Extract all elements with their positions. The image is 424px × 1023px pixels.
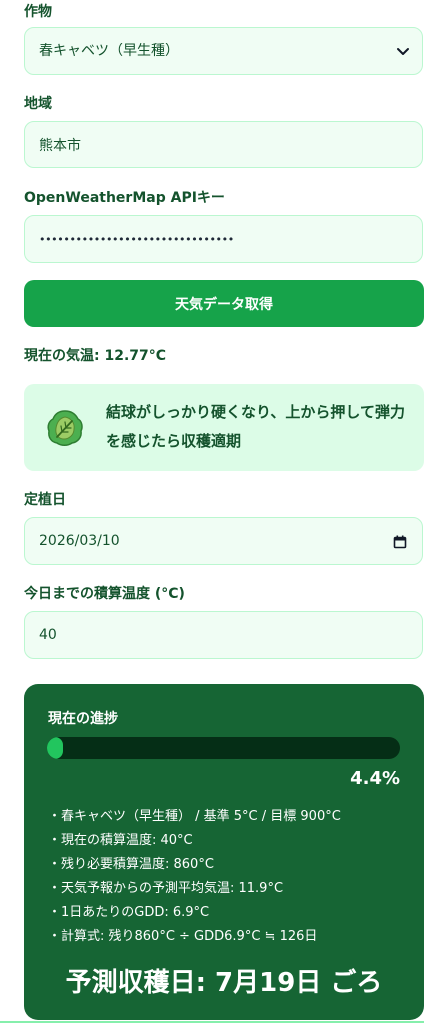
detail-forecast-avg-temp: ・天気予報からの予測平均気温: 11.9°C [48, 881, 284, 896]
harvest-tip-text: 結球がしっかり硬くなり、上から押して弾力を感じたら収穫適期 [106, 403, 405, 450]
detail-crop-settings: ・春キャベツ（早生種） / 基準 5°C / 目標 900°C [48, 809, 341, 824]
cabbage-icon [45, 408, 85, 448]
detail-daily-gdd: ・1日あたりのGDD: 6.9°C [48, 905, 210, 920]
region-input[interactable] [24, 121, 423, 168]
detail-formula: ・計算式: 残り860°C ÷ GDD6.9°C ≒ 126日 [48, 929, 318, 944]
detail-remaining-gdd: ・残り必要積算温度: 860°C [48, 857, 214, 872]
progress-title: 現在の進捗 [48, 711, 118, 727]
planting-date-input[interactable]: 2026/03/10 [24, 517, 423, 565]
harvest-tip-box: 結球がしっかり硬くなり、上から押して弾力を感じたら収穫適期 [24, 384, 424, 471]
crop-label: 作物 [24, 4, 52, 20]
progress-details: ・春キャベツ（早生種） / 基準 5°C / 目標 900°C ・現在の積算温度… [48, 805, 341, 949]
detail-current-gdd: ・現在の積算温度: 40°C [48, 833, 193, 848]
accumulated-temp-label: 今日までの積算温度 (°C) [24, 586, 185, 602]
api-key-input[interactable]: •••••••••••••••••••••••••••••••• [24, 215, 423, 263]
calendar-icon[interactable] [393, 534, 407, 549]
planting-date-label: 定植日 [24, 492, 66, 508]
region-label: 地域 [24, 96, 52, 112]
current-temperature: 現在の気温: 12.77°C [24, 348, 167, 364]
crop-select[interactable]: 春キャベツ（早生種） [24, 27, 423, 75]
progress-bar-fill [47, 737, 63, 759]
accumulated-temp-input[interactable] [24, 611, 423, 659]
api-key-masked-value: •••••••••••••••••••••••••••••••• [39, 232, 234, 246]
api-key-label: OpenWeatherMap APIキー [24, 190, 225, 206]
predicted-harvest-date: 予測収穫日: 7月19日 ごろ [65, 968, 383, 998]
progress-bar [47, 737, 400, 759]
fetch-weather-button[interactable]: 天気データ取得 [24, 280, 424, 327]
progress-percent: 4.4% [350, 768, 400, 789]
planting-date-value: 2026/03/10 [39, 533, 120, 549]
progress-card: 現在の進捗 4.4% ・春キャベツ（早生種） / 基準 5°C / 目標 900… [24, 684, 424, 1020]
